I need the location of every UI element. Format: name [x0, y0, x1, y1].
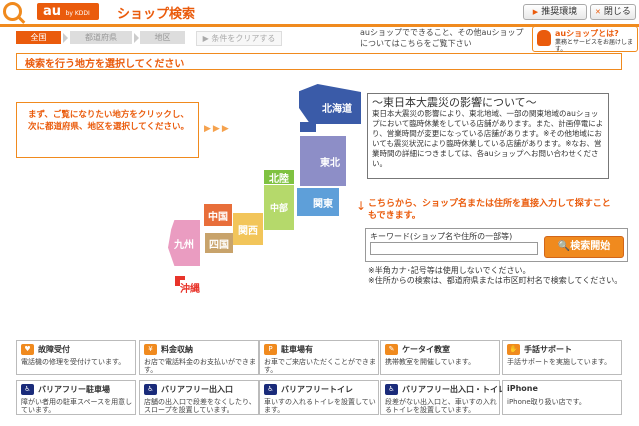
- service-title: バリアフリー駐車場: [38, 385, 110, 394]
- service-desc: iPhone取り扱い店です。: [507, 398, 586, 406]
- service-title: 故障受付: [38, 345, 70, 354]
- service-title: バリアフリートイレ: [281, 385, 353, 394]
- yen-icon: ¥: [144, 344, 157, 355]
- step-prefecture: 都道府県: [70, 31, 132, 44]
- keyword-input[interactable]: [370, 242, 538, 255]
- guide-box: まず、ご覧になりたい地方をクリックし、次に都道府県、地区を選択してください。: [16, 102, 199, 158]
- service-desc: 電話機の修理を受付けています。: [21, 358, 126, 366]
- arrow-right-icon: ▶: [202, 34, 209, 43]
- recommended-environment-button[interactable]: ▶ 推奨環境: [523, 4, 587, 20]
- search-start-button[interactable]: 🔍検索開始: [544, 236, 624, 258]
- guide-arrows-icon: ▶▶▶: [204, 124, 231, 134]
- service-desc: 車いすの入れるトイレを設置しています。: [264, 398, 376, 414]
- region-okinawa-label[interactable]: 沖縄: [180, 280, 200, 295]
- service-desc: 段差がない出入口と、車いすの入れるトイレを設置しています。: [385, 398, 497, 414]
- service-desc: 携帯教室を開催しています。: [385, 358, 476, 366]
- magnifier-icon: 🔍: [557, 241, 571, 252]
- au-shop-what-banner[interactable]: auショップとは? 業務とサービスをお届けします。: [532, 26, 638, 53]
- barrierfree-toilet-icon: ♿: [264, 384, 277, 395]
- region-kansai[interactable]: 関西: [233, 213, 263, 245]
- service-classroom: ✎ ケータイ教室 携帯教室を開催しています。: [380, 340, 500, 375]
- barrierfree-entrance-toilet-icon: ♿: [385, 384, 398, 395]
- close-icon: ✕: [595, 8, 601, 16]
- arrow-right-icon: ▶: [532, 8, 539, 16]
- keyword-search-box: キーワード(ショップ名や住所の一部等) 🔍検索開始: [365, 228, 628, 262]
- mascot-icon: [537, 30, 551, 46]
- service-title: バリアフリー出入口: [161, 385, 233, 394]
- service-title: バリアフリー出入口・トイレ: [402, 385, 506, 394]
- keyword-note: ※住所からの検索は、都道府県または市区町村名で検索してください。: [368, 276, 623, 285]
- earthquake-notice: ～東日本大震災の影響について～ 東日本大震災の影響により、東北地域、一部の関東地…: [367, 93, 609, 179]
- service-sign-language: ✋ 手話サポート 手話サポートを実施しています。: [502, 340, 622, 375]
- clear-conditions-button[interactable]: ▶ 条件をクリアする: [196, 31, 282, 46]
- banner-title: auショップとは?: [555, 29, 619, 38]
- region-chugoku[interactable]: 中国: [204, 204, 232, 226]
- region-hokkaido-tip[interactable]: [300, 122, 316, 132]
- step-arrow-icon: [134, 33, 139, 43]
- guide-text: まず、ご覧になりたい地方をクリックし、次に都道府県、地区を選択してください。: [28, 110, 189, 132]
- service-title: 料金収納: [161, 345, 193, 354]
- earthquake-notice-title: ～東日本大震災の影響について～: [372, 96, 537, 109]
- service-repair: ♥ 故障受付 電話機の修理を受付けています。: [16, 340, 136, 375]
- region-kyushu[interactable]: 九州: [168, 220, 200, 266]
- region-tohoku[interactable]: 東北: [300, 136, 346, 186]
- service-desc: 障がい者用の駐車スペースを用意しています。: [21, 398, 133, 414]
- region-kanto[interactable]: 関東: [297, 188, 339, 216]
- service-barrierfree-parking: ♿ バリアフリー駐車場 障がい者用の駐車スペースを用意しています。: [16, 380, 136, 415]
- service-parking: P 駐車場有 お車でご来店いただくことができます。: [259, 340, 379, 375]
- header: au by KDDI ショップ検索 ▶ 推奨環境 ✕ 閉じる: [0, 0, 639, 27]
- service-desc: 店舗の出入口で段差をなくしたり、スロープを設置しています。: [144, 398, 256, 414]
- service-payment: ¥ 料金収納 お店で電話料金のお支払いができます。: [139, 340, 259, 375]
- down-arrow-icon: ↓: [356, 199, 367, 213]
- service-barrierfree-toilet: ♿ バリアフリートイレ 車いすの入れるトイレを設置しています。: [259, 380, 379, 415]
- service-iphone: iPhone iPhone取り扱い店です。: [502, 380, 622, 415]
- earthquake-notice-body: 東日本大震災の影響により、東北地域、一部の関東地域のauショップにおいて臨時休業…: [372, 109, 604, 168]
- au-shop-info-link[interactable]: auショップでできること、その他auショップについてはこちらをご覧下さい: [360, 27, 530, 49]
- close-button[interactable]: ✕ 閉じる: [590, 4, 636, 20]
- region-hokkaido[interactable]: 北海道: [299, 84, 361, 124]
- classroom-icon: ✎: [385, 344, 398, 355]
- service-title: 手話サポート: [524, 345, 572, 354]
- keyword-label: キーワード(ショップ名や住所の一部等): [370, 232, 513, 241]
- banner-subtitle: 業務とサービスをお届けします。: [555, 39, 634, 53]
- parking-icon: P: [264, 344, 277, 355]
- service-title: iPhone: [507, 384, 538, 393]
- page-title: ショップ検索: [117, 7, 196, 22]
- au-logo: au by KDDI: [37, 3, 99, 20]
- service-title: 駐車場有: [281, 345, 313, 354]
- service-barrierfree-entrance: ♿ バリアフリー出入口 店舗の出入口で段差をなくしたり、スロープを設置しています…: [139, 380, 259, 415]
- service-desc: お店で電話料金のお支払いができます。: [144, 358, 256, 374]
- region-chubu[interactable]: 中部: [264, 185, 294, 230]
- instruction-text: 検索を行う地方を選択してください: [25, 59, 185, 70]
- keyword-heading: こちらから、ショップ名または住所を直接入力して探すこともできます。: [368, 199, 611, 221]
- instruction-bar: 検索を行う地方を選択してください: [16, 53, 622, 70]
- keyword-notes: ※半角カナ･記号等は使用しないでください。 ※住所からの検索は、都道府県または市…: [368, 266, 623, 286]
- barrierfree-parking-icon: ♿: [21, 384, 34, 395]
- step-area: 地区: [140, 31, 185, 44]
- heart-icon: ♥: [21, 344, 34, 355]
- region-hokuriku[interactable]: 北陸: [264, 170, 294, 185]
- keyword-note: ※半角カナ･記号等は使用しないでください。: [368, 266, 531, 275]
- search-logo-icon: [3, 2, 22, 21]
- service-barrierfree-entrance-toilet: ♿ バリアフリー出入口・トイレ 段差がない出入口と、車いすの入れるトイレを設置し…: [380, 380, 506, 415]
- region-shikoku[interactable]: 四国: [205, 233, 233, 253]
- service-title: ケータイ教室: [402, 345, 450, 354]
- handsign-icon: ✋: [507, 344, 520, 355]
- step-arrow-icon: [63, 33, 68, 43]
- service-desc: お車でご来店いただくことができます。: [264, 358, 376, 374]
- barrierfree-entrance-icon: ♿: [144, 384, 157, 395]
- step-all-japan[interactable]: 全国: [16, 31, 61, 44]
- service-desc: 手話サポートを実施しています。: [507, 358, 612, 366]
